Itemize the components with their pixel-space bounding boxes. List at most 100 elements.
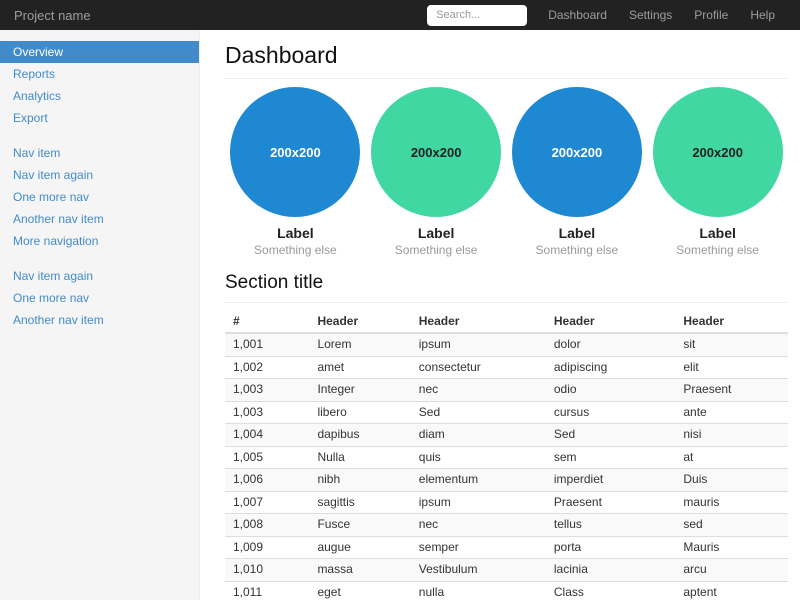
table-row: 1,003IntegernecodioPraesent [225, 379, 788, 402]
table-cell: mauris [675, 491, 788, 514]
placeholder-card: 200x200LabelSomething else [366, 87, 507, 257]
navbar-links: DashboardSettingsProfileHelp [537, 6, 786, 24]
table-cell: sagittis [309, 491, 410, 514]
table-cell: 1,009 [225, 536, 309, 559]
table-row: 1,002ametconsecteturadipiscingelit [225, 356, 788, 379]
sidebar-item-nav-item-again[interactable]: Nav item again [0, 164, 199, 186]
section-title: Section title [225, 272, 788, 303]
table-row: 1,004dapibusdiamSednisi [225, 424, 788, 447]
table-cell: elementum [411, 469, 546, 492]
table-cell: 1,010 [225, 559, 309, 582]
table-cell: Praesent [675, 379, 788, 402]
data-table: #HeaderHeaderHeaderHeader 1,001Loremipsu… [225, 311, 788, 600]
table-header-cell: Header [411, 311, 546, 333]
sidebar-item-one-more-nav[interactable]: One more nav [0, 287, 199, 309]
nav-link-settings[interactable]: Settings [618, 8, 683, 22]
card-label: Label [507, 225, 648, 241]
table-header-row: #HeaderHeaderHeaderHeader [225, 311, 788, 333]
table-header-cell: Header [546, 311, 675, 333]
table-cell: 1,006 [225, 469, 309, 492]
sidebar-group: Nav item againOne more navAnother nav it… [0, 265, 199, 331]
table-cell: consectetur [411, 356, 546, 379]
table-cell: sit [675, 333, 788, 356]
table-cell: nec [411, 514, 546, 537]
top-navbar: Project name DashboardSettingsProfileHel… [0, 0, 800, 30]
card-label: Label [225, 225, 366, 241]
sidebar-item-export[interactable]: Export [0, 107, 199, 129]
table-cell: Sed [546, 424, 675, 447]
table-cell: Fusce [309, 514, 410, 537]
sidebar-item-more-navigation[interactable]: More navigation [0, 230, 199, 252]
table-header-cell: Header [675, 311, 788, 333]
table-cell: elit [675, 356, 788, 379]
table-cell: porta [546, 536, 675, 559]
card-sublabel: Something else [225, 243, 366, 257]
table-cell: diam [411, 424, 546, 447]
placeholder-card: 200x200 Label Something else [507, 87, 648, 257]
card-sublabel: Something else [647, 243, 788, 257]
placeholder-card: 200x200LabelSomething else [647, 87, 788, 257]
table-cell: tellus [546, 514, 675, 537]
table-body: 1,001Loremipsumdolorsit1,002ametconsecte… [225, 333, 788, 600]
table-cell: adipiscing [546, 356, 675, 379]
table-cell: quis [411, 446, 546, 469]
table-row: 1,003liberoSedcursusante [225, 401, 788, 424]
sidebar-item-another-nav-item[interactable]: Another nav item [0, 208, 199, 230]
sidebar: OverviewReportsAnalyticsExportNav itemNa… [0, 30, 200, 600]
table-cell: 1,011 [225, 581, 309, 600]
table-cell: ante [675, 401, 788, 424]
placeholder-circle: 200x200 [230, 87, 360, 217]
table-cell: Nulla [309, 446, 410, 469]
sidebar-item-analytics[interactable]: Analytics [0, 85, 199, 107]
table-cell: Lorem [309, 333, 410, 356]
sidebar-item-reports[interactable]: Reports [0, 63, 199, 85]
search-input[interactable] [427, 5, 527, 26]
table-cell: semper [411, 536, 546, 559]
table-cell: lacinia [546, 559, 675, 582]
sidebar-group: OverviewReportsAnalyticsExport [0, 41, 199, 129]
table-cell: ipsum [411, 491, 546, 514]
table-row: 1,010massaVestibulumlaciniaarcu [225, 559, 788, 582]
table-cell: 1,003 [225, 379, 309, 402]
table-cell: 1,005 [225, 446, 309, 469]
sidebar-item-one-more-nav[interactable]: One more nav [0, 186, 199, 208]
table-cell: Praesent [546, 491, 675, 514]
table-cell: sed [675, 514, 788, 537]
table-cell: nec [411, 379, 546, 402]
table-cell: cursus [546, 401, 675, 424]
card-sublabel: Something else [507, 243, 648, 257]
card-label: Label [366, 225, 507, 241]
table-row: 1,005Nullaquissemat [225, 446, 788, 469]
placeholder-card: 200x200 Label Something else [225, 87, 366, 257]
table-row: 1,009auguesemperportaMauris [225, 536, 788, 559]
sidebar-item-another-nav-item[interactable]: Another nav item [0, 309, 199, 331]
table-cell: nibh [309, 469, 410, 492]
table-cell: 1,008 [225, 514, 309, 537]
sidebar-item-nav-item[interactable]: Nav item [0, 142, 199, 164]
table-row: 1,007sagittisipsumPraesentmauris [225, 491, 788, 514]
table-row: 1,006nibhelementumimperdietDuis [225, 469, 788, 492]
placeholder-circle: 200x200 [512, 87, 642, 217]
table-cell: arcu [675, 559, 788, 582]
sidebar-group: Nav itemNav item againOne more navAnothe… [0, 142, 199, 252]
table-cell: at [675, 446, 788, 469]
table-cell: Integer [309, 379, 410, 402]
table-row: 1,001Loremipsumdolorsit [225, 333, 788, 356]
table-cell: ipsum [411, 333, 546, 356]
table-row: 1,008Fuscenectellussed [225, 514, 788, 537]
sidebar-item-nav-item-again[interactable]: Nav item again [0, 265, 199, 287]
page-title: Dashboard [225, 40, 788, 79]
table-cell: imperdiet [546, 469, 675, 492]
table-cell: 1,004 [225, 424, 309, 447]
table-cell: massa [309, 559, 410, 582]
table-cell: Class [546, 581, 675, 600]
table-row: 1,011egetnullaClassaptent [225, 581, 788, 600]
nav-link-dashboard[interactable]: Dashboard [537, 8, 618, 22]
table-header-cell: Header [309, 311, 410, 333]
sidebar-item-overview[interactable]: Overview [0, 41, 199, 63]
nav-link-profile[interactable]: Profile [683, 8, 739, 22]
table-cell: Sed [411, 401, 546, 424]
table-cell: 1,002 [225, 356, 309, 379]
brand[interactable]: Project name [14, 8, 91, 23]
nav-link-help[interactable]: Help [739, 8, 786, 22]
